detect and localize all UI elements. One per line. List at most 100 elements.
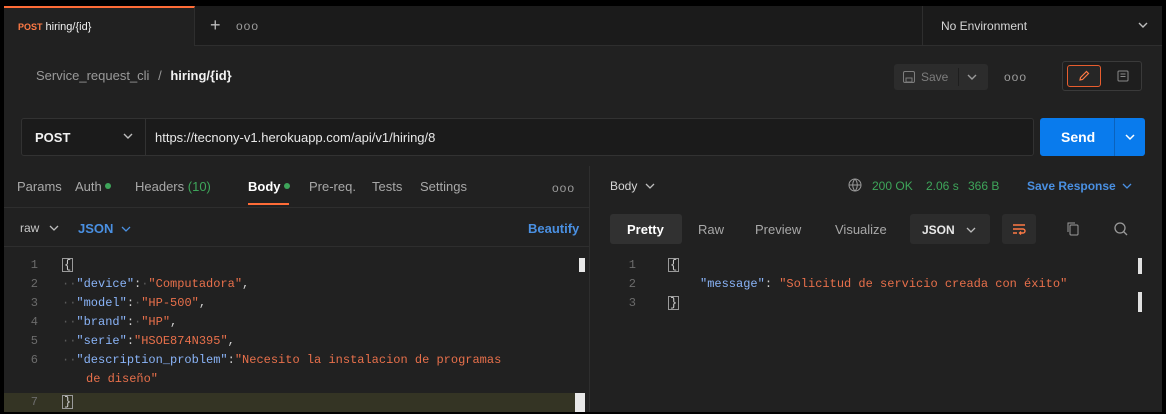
tab-pretty[interactable]: Pretty <box>627 222 664 237</box>
json-key: "message" <box>700 277 765 291</box>
copy-icon[interactable] <box>1066 221 1080 237</box>
response-language-select[interactable]: JSON <box>910 214 990 244</box>
json-value: "Computadora" <box>148 277 243 291</box>
code-line: { <box>62 258 74 272</box>
tab-visualize[interactable]: Visualize <box>835 222 887 237</box>
code-line: ··"brand":·"HP", <box>62 315 178 329</box>
url-input[interactable]: https://tecnony-v1.herokuapp.com/api/v1/… <box>155 130 435 145</box>
code-line: ··"device":·"Computadora", <box>62 277 250 291</box>
chevron-down-icon <box>121 226 131 232</box>
close-brace: } <box>668 296 680 310</box>
tab-params[interactable]: Params <box>17 179 62 194</box>
tab-raw[interactable]: Raw <box>698 222 724 237</box>
tab-auth-label: Auth <box>75 179 102 194</box>
response-time[interactable]: 2.06 s <box>926 179 959 193</box>
chevron-down-icon <box>1122 183 1132 189</box>
save-response-label: Save Response <box>1027 179 1116 193</box>
active-line-highlight <box>4 393 579 412</box>
more-icon[interactable]: ooo <box>1004 70 1027 84</box>
code-line: ··"model":·"HP-500", <box>62 296 207 310</box>
json-value: "Solicitud de servicio creada con éxito" <box>779 277 1068 291</box>
tab-auth[interactable]: Auth <box>75 179 111 194</box>
response-language-label: JSON <box>922 223 955 237</box>
close-brace: } <box>62 395 74 409</box>
json-value: "HP-500" <box>141 296 199 310</box>
response-body-select[interactable]: Body <box>610 179 655 193</box>
response-status[interactable]: 200 OK <box>872 179 913 193</box>
environment-selector[interactable]: No Environment <box>922 6 1162 46</box>
line-number: 2 <box>30 277 38 291</box>
code-line: de diseño" <box>86 372 158 386</box>
wrap-icon <box>1013 224 1026 235</box>
beautify-button[interactable]: Beautify <box>528 221 579 236</box>
scrollbar[interactable] <box>579 258 585 272</box>
request-body-editor[interactable]: 1 2 3 4 5 6 7 { ··"device":·"Computadora… <box>4 252 589 412</box>
plus-icon[interactable]: + <box>210 16 221 34</box>
response-tabs: Pretty Raw Preview Visualize JSON <box>590 209 1162 252</box>
scrollbar[interactable] <box>1138 292 1142 312</box>
tab-method: POST <box>18 22 43 32</box>
chevron-down-icon <box>1138 22 1148 28</box>
json-value: "HSOE874N395" <box>134 334 228 348</box>
method-select[interactable]: POST <box>22 119 146 155</box>
json-key: "description_problem" <box>76 353 228 367</box>
save-response-button[interactable]: Save Response <box>1027 179 1132 193</box>
postman-window: POST hiring/{id} + ooo No Environment Se… <box>4 6 1162 412</box>
text-cursor <box>575 393 585 412</box>
save-button[interactable]: Save <box>894 64 988 90</box>
body-language-label: JSON <box>78 221 114 236</box>
globe-icon[interactable] <box>847 177 863 193</box>
url-bar: POST https://tecnony-v1.herokuapp.com/ap… <box>21 118 1034 156</box>
line-number: 2 <box>628 277 636 291</box>
method-label: POST <box>35 129 71 145</box>
tab-bar: POST hiring/{id} + ooo No Environment <box>4 6 1162 46</box>
code-line: { <box>668 258 680 272</box>
tab-body[interactable]: Body <box>248 179 290 194</box>
body-format-row: raw JSON Beautify <box>4 209 589 247</box>
send-button[interactable]: Send <box>1040 118 1145 156</box>
tab-preview[interactable]: Preview <box>755 222 801 237</box>
json-value: "HP" <box>141 315 171 329</box>
tab-settings[interactable]: Settings <box>420 179 467 194</box>
response-body-viewer[interactable]: 1 2 3 { "message": "Solicitud de servici… <box>590 252 1162 412</box>
open-brace: { <box>62 258 74 272</box>
search-icon[interactable] <box>1113 221 1129 237</box>
request-tabs: Params Auth Headers (10) Body Pre-req. T… <box>4 166 589 208</box>
breadcrumb: Service_request_cli / hiring/{id} <box>36 68 232 83</box>
json-key: "serie" <box>76 334 127 348</box>
chevron-down-icon[interactable] <box>1124 131 1136 143</box>
line-number: 3 <box>30 296 38 310</box>
view-toggle <box>1062 61 1142 91</box>
documentation-icon <box>1117 70 1129 82</box>
documentation-button[interactable] <box>1107 65 1139 87</box>
send-label: Send <box>1061 129 1096 145</box>
edit-mode-button[interactable] <box>1067 65 1101 87</box>
more-icon[interactable]: ooo <box>552 181 575 195</box>
code-line: ··"description_problem":"Necesito la ins… <box>62 353 502 367</box>
tab-tests[interactable]: Tests <box>372 179 402 194</box>
chevron-down-icon[interactable] <box>966 69 978 85</box>
breadcrumb-row: Service_request_cli / hiring/{id} Save o… <box>4 47 1162 105</box>
line-number: 1 <box>30 258 38 272</box>
save-icon <box>903 71 915 83</box>
json-key: "brand" <box>76 315 127 329</box>
code-line: "message": "Solicitud de servicio creada… <box>700 277 1068 291</box>
request-tab[interactable]: POST hiring/{id} <box>4 6 195 46</box>
breadcrumb-request: hiring/{id} <box>170 68 232 83</box>
tab-prereq[interactable]: Pre-req. <box>309 179 356 194</box>
tab-headers[interactable]: Headers (10) <box>135 179 211 194</box>
tab-headers-label: Headers <box>135 179 185 194</box>
body-mode-select[interactable]: raw <box>20 221 59 235</box>
chevron-down-icon <box>49 225 59 231</box>
status-dot <box>104 183 111 189</box>
body-language-select[interactable]: JSON <box>78 221 131 236</box>
divider <box>1114 118 1115 156</box>
response-size[interactable]: 366 B <box>968 179 999 193</box>
pencil-icon <box>1079 70 1090 81</box>
active-tab-indicator <box>248 203 289 205</box>
more-icon[interactable]: ooo <box>236 19 259 33</box>
wrap-lines-button[interactable] <box>1002 214 1036 244</box>
tab-body-label: Body <box>248 179 281 194</box>
breadcrumb-collection[interactable]: Service_request_cli <box>36 68 149 83</box>
scrollbar[interactable] <box>1138 258 1142 274</box>
